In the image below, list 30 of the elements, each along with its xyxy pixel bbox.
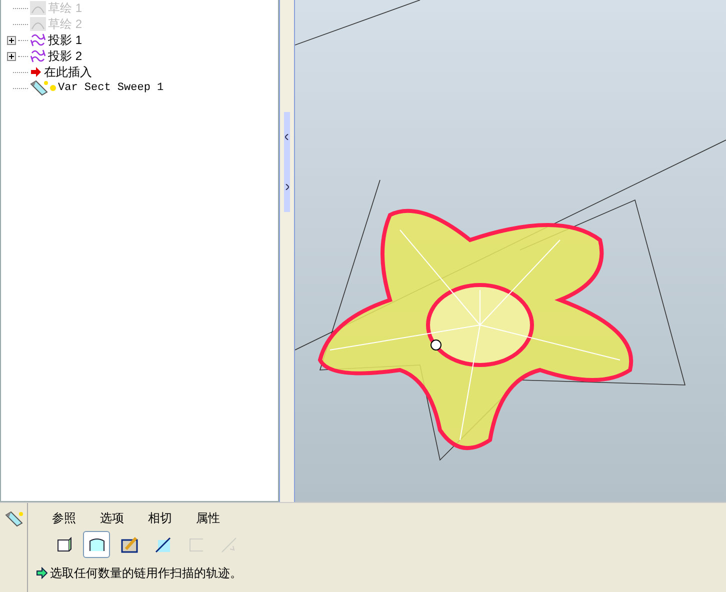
dashboard-tab[interactable]: 属性 bbox=[194, 509, 222, 527]
tree-item[interactable]: Var Sect Sweep 1 bbox=[58, 80, 164, 96]
wave-icon bbox=[30, 33, 46, 47]
solid-tool-icon bbox=[56, 536, 72, 552]
collapse-button[interactable] bbox=[284, 112, 290, 162]
expand-toggle[interactable] bbox=[7, 36, 16, 44]
sketch-icon bbox=[30, 17, 46, 31]
tool-button[interactable] bbox=[83, 531, 110, 558]
sketch-icon bbox=[30, 1, 46, 15]
tree-item[interactable]: 投影 2 bbox=[48, 47, 82, 65]
remove-tool-icon bbox=[154, 536, 170, 552]
expand-toggle[interactable] bbox=[7, 52, 16, 60]
status-message: 选取任何数量的链用作扫描的轨迹。 bbox=[50, 565, 242, 582]
dashboard-tab[interactable]: 参照 bbox=[50, 509, 78, 527]
chevron-right-icon bbox=[285, 184, 289, 190]
arrow-icon bbox=[30, 66, 42, 78]
sweep-icon bbox=[30, 80, 48, 96]
expand-button[interactable] bbox=[284, 162, 290, 212]
wave-icon bbox=[30, 49, 46, 63]
tree-item[interactable]: 在此插入 bbox=[44, 63, 92, 81]
arrow-tool-icon bbox=[220, 536, 236, 552]
surface-tool-icon bbox=[88, 536, 106, 552]
chevron-left-icon bbox=[285, 134, 289, 140]
dashboard-tab[interactable]: 选项 bbox=[98, 509, 126, 527]
sketch-tool-icon bbox=[120, 536, 138, 552]
dashboard-tab[interactable]: 相切 bbox=[146, 509, 174, 527]
sweep-icon bbox=[4, 511, 22, 527]
arrow-icon bbox=[36, 567, 48, 579]
thicken-tool-icon bbox=[188, 536, 204, 552]
tree-item[interactable]: 投影 1 bbox=[48, 31, 82, 49]
